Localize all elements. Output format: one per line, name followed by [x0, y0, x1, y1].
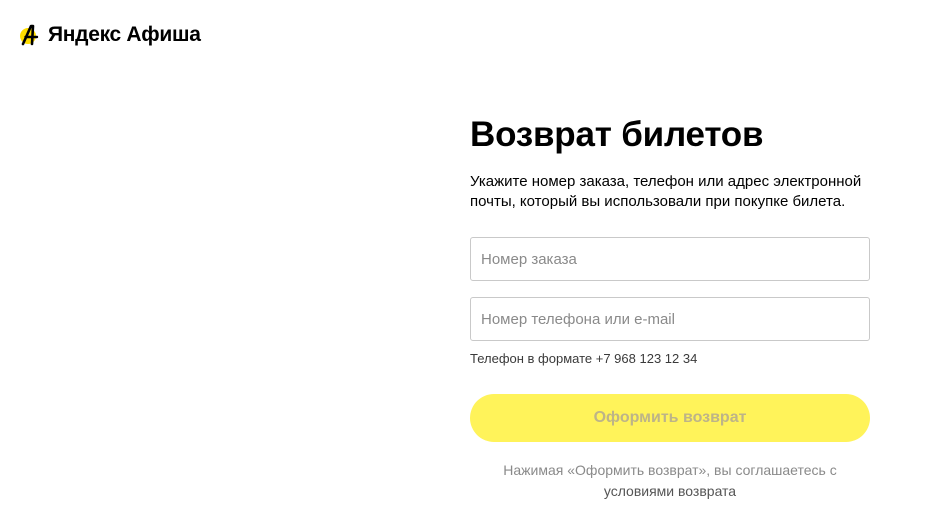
phone-format-hint: Телефон в формате +7 968 123 12 34	[470, 351, 698, 366]
return-terms-link[interactable]: условиями возврата	[604, 483, 736, 499]
order-number-input[interactable]	[470, 237, 870, 281]
ticket-return-page: Яндекс Афиша Возврат билетов Укажите ном…	[0, 0, 937, 519]
agreement-text: Нажимая «Оформить возврат», вы соглашает…	[503, 462, 837, 478]
phone-or-email-input[interactable]	[470, 297, 870, 341]
yandex-afisha-logo[interactable]: Яндекс Афиша	[18, 22, 201, 48]
form-description: Укажите номер заказа, телефон или адрес …	[470, 173, 862, 210]
agreement-note: Нажимая «Оформить возврат», вы соглашает…	[470, 460, 870, 502]
logo-text: Яндекс Афиша	[48, 23, 201, 46]
return-form: Возврат билетов Укажите номер заказа, те…	[470, 110, 870, 502]
page-title: Возврат билетов	[470, 115, 764, 154]
afisha-logo-icon	[20, 24, 39, 46]
submit-return-button[interactable]: Оформить возврат	[470, 394, 870, 442]
